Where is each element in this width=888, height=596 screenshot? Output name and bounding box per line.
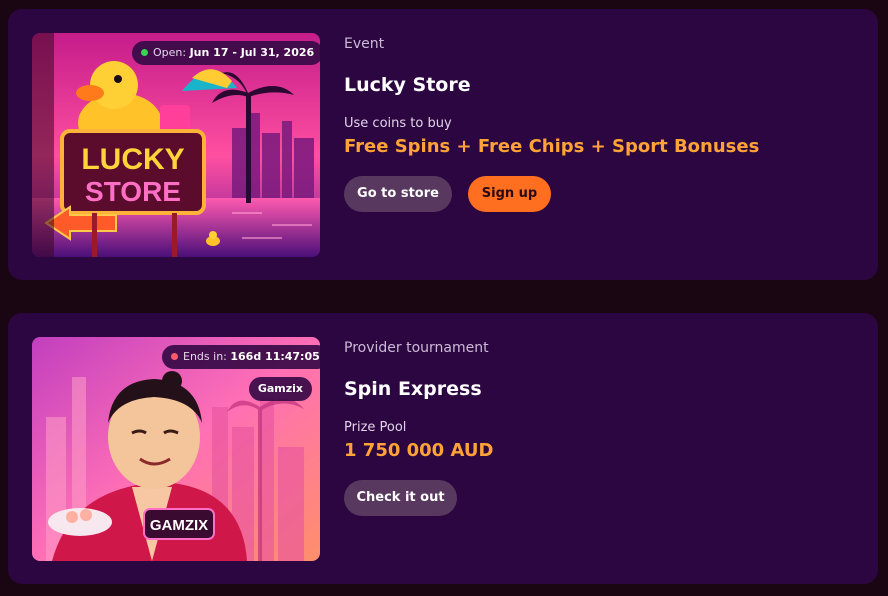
- card-title: Spin Express: [344, 378, 482, 400]
- card-title: Lucky Store: [344, 74, 471, 96]
- check-it-out-button[interactable]: Check it out: [344, 480, 457, 516]
- spin-express-illustration: GAMZIX: [32, 337, 320, 561]
- card-category: Event: [344, 36, 385, 52]
- card-subtitle: Prize Pool: [344, 420, 407, 435]
- tournament-card[interactable]: GAMZIX Ends in: 166d 11:47:05 Gamzix Pro…: [8, 313, 878, 584]
- go-to-store-button[interactable]: Go to store: [344, 176, 452, 212]
- status-dot-icon: [171, 353, 178, 360]
- card-category: Provider tournament: [344, 340, 489, 356]
- lucky-store-image[interactable]: LUCKY STORE Open: Jun 17 - Jul 31, 2026: [32, 33, 320, 257]
- card-highlight: Free Spins + Free Chips + Sport Bonuses: [344, 136, 760, 157]
- lucky-store-illustration: LUCKY STORE: [32, 33, 320, 257]
- provider-tag: Gamzix: [248, 377, 312, 401]
- tournament-timer-badge: Ends in: 166d 11:47:05: [162, 345, 320, 369]
- sign-up-button[interactable]: Sign up: [468, 176, 551, 212]
- badge-label: Open:: [153, 46, 187, 59]
- spin-express-image[interactable]: GAMZIX Ends in: 166d 11:47:05 Gamzix: [32, 337, 320, 561]
- sign-text-lucky: LUCKY: [81, 143, 184, 176]
- prize-pool-amount: 1 750 000 AUD: [344, 440, 494, 461]
- badge-value: Jun 17 - Jul 31, 2026: [189, 46, 315, 59]
- event-card[interactable]: LUCKY STORE Open: Jun 17 - Jul 31, 2026 …: [8, 9, 878, 280]
- card-subtitle: Use coins to buy: [344, 116, 452, 131]
- badge-label: Ends in:: [183, 350, 227, 363]
- event-dates-badge: Open: Jun 17 - Jul 31, 2026: [132, 41, 320, 65]
- badge-value: 166d 11:47:05: [230, 350, 320, 363]
- gamzix-logo-text: GAMZIX: [150, 517, 208, 534]
- sign-text-store: STORE: [85, 176, 181, 207]
- status-dot-icon: [141, 49, 148, 56]
